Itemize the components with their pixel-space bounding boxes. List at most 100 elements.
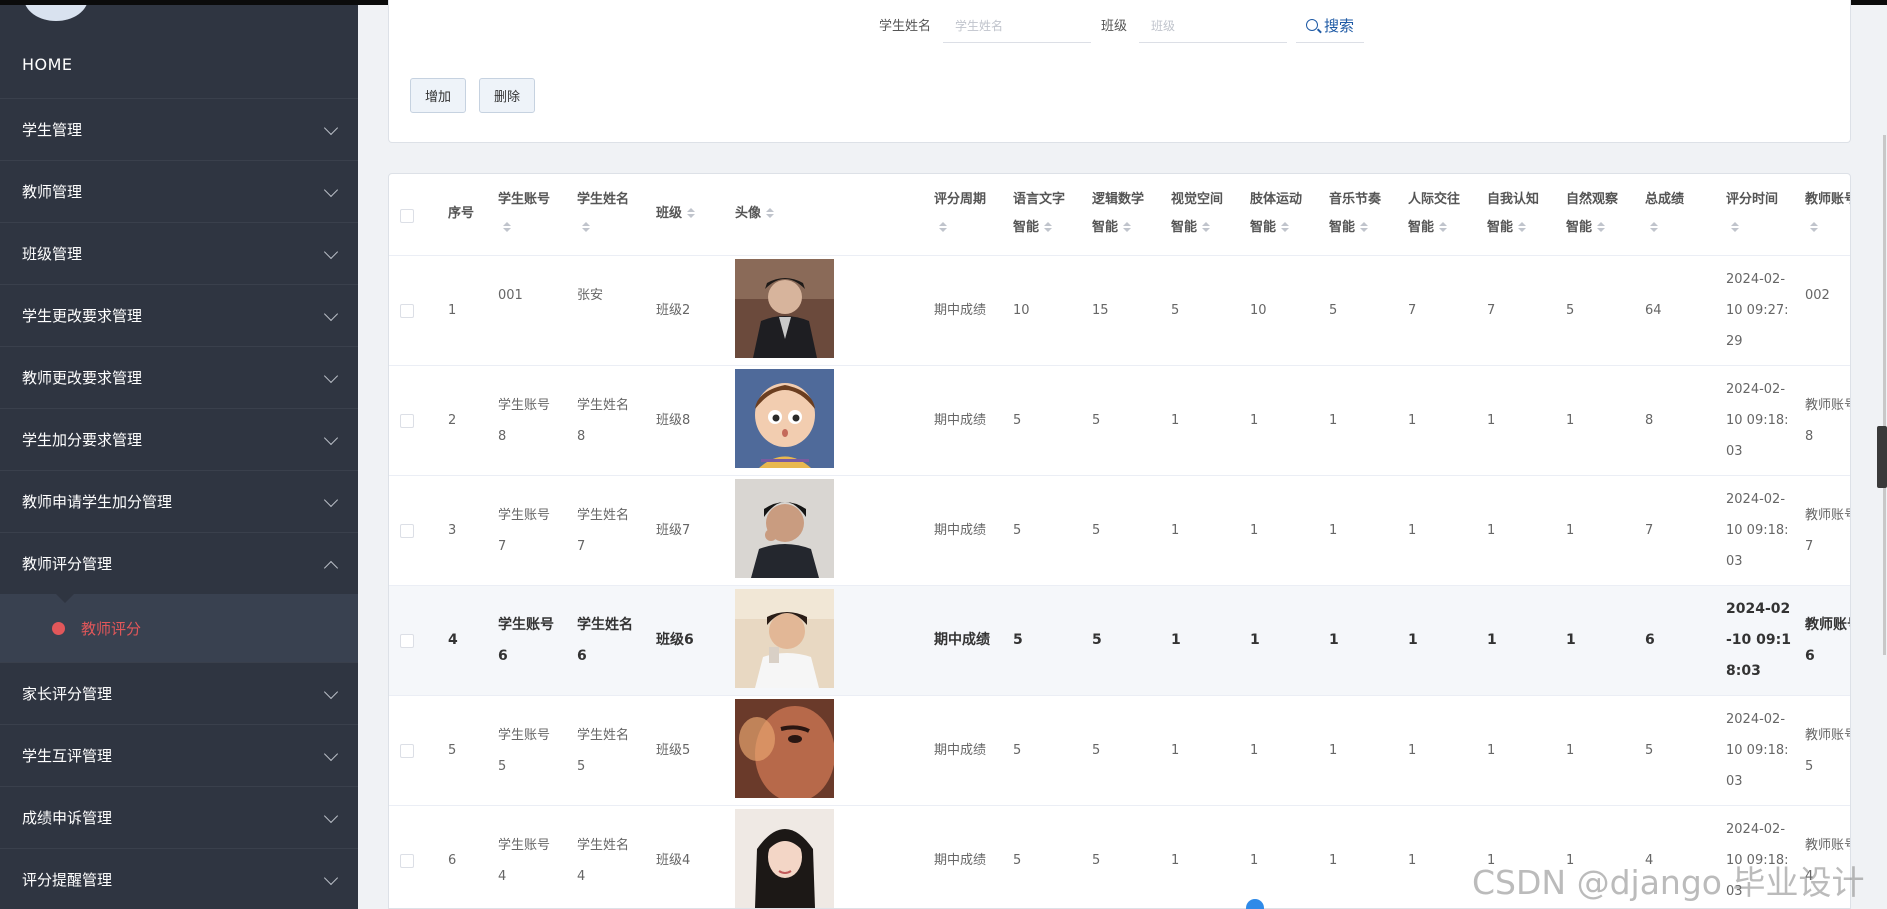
sidebar-item-student-change[interactable]: 学生更改要求管理 xyxy=(0,284,358,346)
sidebar-item-teacher-bonus[interactable]: 教师申请学生加分管理 xyxy=(0,470,358,532)
cell-nature: 1 xyxy=(1566,413,1575,428)
avatar-girl-icon xyxy=(735,809,834,908)
header-total[interactable]: 总成绩 xyxy=(1645,186,1684,242)
header-name[interactable]: 学生姓名 xyxy=(577,186,629,242)
sort-icon xyxy=(1810,222,1818,233)
cell-time-line: 03 xyxy=(1726,774,1743,789)
cell-body: 10 xyxy=(1250,303,1267,318)
sort-icon xyxy=(1518,222,1527,233)
search-button[interactable]: 搜索 xyxy=(1296,8,1365,43)
table-row[interactable]: 2 学生账号 8 学生姓名 8 班级8 期中成绩 5 5 1 1 1 1 1 1 8 2024-02- 10 09… xyxy=(389,366,1850,476)
sidebar-item-teacher-mgmt[interactable]: 教师管理 xyxy=(0,160,358,222)
sidebar-item-label: 学生加分要求管理 xyxy=(22,431,143,449)
header-time[interactable]: 评分时间 xyxy=(1726,186,1778,242)
cell-index: 6 xyxy=(448,853,457,868)
search-panel: 学生姓名 班级 搜索 增加 删除 xyxy=(388,0,1851,143)
vertical-scrollbar-thumb[interactable] xyxy=(1877,426,1887,488)
cell-lang: 5 xyxy=(1013,743,1022,758)
sidebar-item-teacher-change[interactable]: 教师更改要求管理 xyxy=(0,346,358,408)
table-row[interactable]: 5 学生账号 5 学生姓名 5 班级5 期中成绩 5 5 1 1 1 1 1 1 5 2024-02- 10 09… xyxy=(389,696,1850,806)
header-label: 评分时间 xyxy=(1726,192,1779,207)
sort-icon xyxy=(1731,222,1739,233)
sort-icon xyxy=(1650,222,1658,233)
row-checkbox[interactable] xyxy=(400,524,414,538)
header-label: 语言文字 xyxy=(1013,192,1066,207)
cell-class: 班级8 xyxy=(656,413,691,428)
cell-time-line: 2024-02- xyxy=(1726,822,1786,837)
select-all-checkbox[interactable] xyxy=(400,209,414,223)
row-checkbox[interactable] xyxy=(400,414,414,428)
cell-account-line: 学生账号 xyxy=(498,398,551,413)
cell-teacher-line: 6 xyxy=(1805,648,1815,664)
table-row[interactable]: 4 学生账号 6 学生姓名 6 班级6 期中成绩 5 5 1 1 1 1 1 1 6 2024-02 -10 09… xyxy=(389,586,1850,696)
cell-teacher: 教师账号 8 xyxy=(1805,390,1850,452)
table-row[interactable]: 3 学生账号 7 学生姓名 7 班级7 期中成绩 5 5 1 1 1 1 1 1 7 2024-02- 10 09… xyxy=(389,476,1850,586)
cell-logic: 5 xyxy=(1092,853,1101,868)
delete-button[interactable]: 删除 xyxy=(479,78,536,113)
cell-time-line: 03 xyxy=(1726,554,1743,569)
sidebar-item-class-mgmt[interactable]: 班级管理 xyxy=(0,222,358,284)
search-icon xyxy=(1306,19,1318,31)
header-label: 自我认知 xyxy=(1487,192,1540,207)
add-button[interactable]: 增加 xyxy=(410,78,467,113)
header-visual[interactable]: 视觉空间 智能 xyxy=(1171,186,1223,242)
header-account[interactable]: 学生账号 xyxy=(498,186,550,242)
sidebar-subitem-teacher-score[interactable]: 教师评分 xyxy=(0,594,358,662)
header-lang[interactable]: 语言文字 智能 xyxy=(1013,186,1065,242)
header-self[interactable]: 自我认知 智能 xyxy=(1487,186,1539,242)
header-class[interactable]: 班级 xyxy=(656,200,696,228)
class-input[interactable] xyxy=(1139,10,1287,43)
vertical-scroll-track[interactable] xyxy=(1883,135,1886,655)
sidebar-item-label: 教师申请学生加分管理 xyxy=(22,493,173,511)
sort-icon xyxy=(1439,222,1448,233)
avatar-face-closeup-icon xyxy=(735,699,834,798)
cell-time-line: 2024-02- xyxy=(1726,492,1786,507)
header-avatar[interactable]: 头像 xyxy=(735,200,775,228)
header-period[interactable]: 评分周期 xyxy=(934,186,986,242)
header-music[interactable]: 音乐节奏 智能 xyxy=(1329,186,1381,242)
cell-name: 学生姓名 4 xyxy=(577,830,629,892)
row-checkbox[interactable] xyxy=(400,854,414,868)
cell-nature: 1 xyxy=(1566,632,1576,648)
sidebar-item-label: 学生更改要求管理 xyxy=(22,307,143,325)
cell-name: 学生姓名 7 xyxy=(577,500,629,562)
header-teacher[interactable]: 教师账号 xyxy=(1805,186,1850,242)
table-row[interactable]: 1 001 张安 班级2 期中成绩 10 15 5 10 5 7 7 5 64 2024-02- 10 09:… xyxy=(389,256,1850,366)
sidebar-item-appeal[interactable]: 成绩申诉管理 xyxy=(0,786,358,848)
cell-account-line: 学生账号 xyxy=(498,838,551,853)
cell-time-line: 2024-02- xyxy=(1726,712,1786,727)
cell-name-line: 7 xyxy=(577,539,586,554)
cell-account: 学生账号 8 xyxy=(498,390,550,452)
cell-class: 班级4 xyxy=(656,853,691,868)
student-name-input[interactable] xyxy=(943,10,1091,43)
sort-icon xyxy=(766,208,775,219)
header-inter[interactable]: 人际交往 智能 xyxy=(1408,186,1460,242)
cell-name-line: 8 xyxy=(577,429,586,444)
cell-time-line: 10 09:27: xyxy=(1726,303,1789,318)
cell-music: 5 xyxy=(1329,303,1338,318)
header-body[interactable]: 肢体运动 智能 xyxy=(1250,186,1302,242)
header-nature[interactable]: 自然观察 智能 xyxy=(1566,186,1618,242)
header-label: 班级 xyxy=(656,206,683,221)
cell-index: 3 xyxy=(448,523,457,538)
row-checkbox[interactable] xyxy=(400,634,414,648)
student-name-label: 学生姓名 xyxy=(879,19,932,34)
row-checkbox[interactable] xyxy=(400,304,414,318)
sidebar-item-teacher-score[interactable]: 教师评分管理 xyxy=(0,532,358,594)
sidebar-item-parent-score[interactable]: 家长评分管理 xyxy=(0,662,358,724)
cell-total: 7 xyxy=(1645,523,1654,538)
sidebar-item-peer-score[interactable]: 学生互评管理 xyxy=(0,724,358,786)
cell-account-line: 6 xyxy=(498,648,508,664)
cell-self: 1 xyxy=(1487,523,1496,538)
sidebar-item-student-bonus[interactable]: 学生加分要求管理 xyxy=(0,408,358,470)
sidebar-home[interactable]: HOME xyxy=(22,55,73,74)
cell-logic: 5 xyxy=(1092,413,1101,428)
row-checkbox[interactable] xyxy=(400,744,414,758)
sidebar-item-student-mgmt[interactable]: 学生管理 xyxy=(0,98,358,160)
sidebar-item-reminder[interactable]: 评分提醒管理 xyxy=(0,848,358,909)
cell-body: 1 xyxy=(1250,413,1259,428)
cell-period: 期中成绩 xyxy=(934,853,987,868)
header-logic[interactable]: 逻辑数学 智能 xyxy=(1092,186,1144,242)
cell-class: 班级5 xyxy=(656,743,691,758)
cell-name: 学生姓名 6 xyxy=(577,610,633,672)
